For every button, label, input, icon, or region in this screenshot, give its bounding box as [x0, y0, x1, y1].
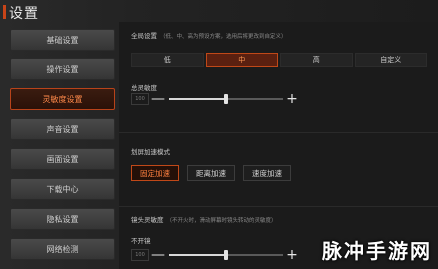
lens-sensitivity-label: 镜头灵敏度 （不开火时，滑动屏幕时镜头转动的灵敏度）	[131, 214, 277, 224]
settings-window: 设置 基础设置 操作设置 灵敏度设置 声音设置 画面设置 下载中心 隐私设置 网…	[0, 0, 438, 269]
mode-fixed-button[interactable]: 固定加速	[131, 165, 179, 181]
preset-medium-button[interactable]: 中	[205, 53, 278, 67]
sidebar-item-graphics[interactable]: 画面设置	[10, 148, 115, 170]
lens-sensitivity-hint: （不开火时，滑动屏幕时镜头转动的灵敏度）	[166, 218, 277, 224]
preset-selector: 低 中 高 自定义	[131, 53, 427, 67]
mode-speed-button[interactable]: 速度加速	[243, 165, 291, 181]
lens-sensitivity-title: 镜头灵敏度	[131, 216, 164, 224]
no-scope-value[interactable]: 100	[131, 249, 149, 261]
total-sensitivity-thumb[interactable]	[224, 94, 228, 104]
sidebar-item-basic[interactable]: 基础设置	[10, 29, 115, 51]
mode-distance-button[interactable]: 距离加速	[187, 165, 235, 181]
total-sensitivity-slider-row: 100 — +	[131, 92, 299, 106]
total-sensitivity-track[interactable]	[169, 94, 283, 104]
total-sensitivity-plus-button[interactable]: +	[285, 92, 299, 106]
no-scope-thumb[interactable]	[224, 250, 228, 260]
no-scope-plus-button[interactable]: +	[285, 248, 299, 262]
acceleration-mode-selector: 固定加速 距离加速 速度加速	[131, 165, 291, 181]
acceleration-mode-label: 划屏加速模式	[131, 148, 170, 156]
global-settings-label: 全局设置 （低、中、高为预设方案，选用后将更改到自定义）	[131, 30, 287, 40]
preset-low-button[interactable]: 低	[131, 53, 204, 67]
sidebar-item-privacy[interactable]: 隐私设置	[10, 208, 115, 230]
no-scope-fill	[169, 254, 226, 256]
section-divider	[119, 132, 438, 133]
total-sensitivity-minus-button[interactable]: —	[151, 92, 165, 106]
sidebar-item-sensitivity[interactable]: 灵敏度设置	[10, 88, 115, 110]
page-title: 设置	[9, 6, 39, 22]
total-sensitivity-fill	[169, 98, 226, 100]
global-settings-hint: （低、中、高为预设方案，选用后将更改到自定义）	[160, 34, 287, 40]
section-divider	[119, 206, 438, 207]
site-watermark: 脉冲手游网	[322, 239, 432, 263]
settings-panel: 全局设置 （低、中、高为预设方案，选用后将更改到自定义） 低 中 高 自定义 总灵…	[119, 22, 438, 269]
no-scope-track[interactable]	[169, 250, 283, 260]
preset-high-button[interactable]: 高	[280, 53, 353, 67]
no-scope-label: 不开镜	[131, 237, 151, 245]
sidebar-item-controls[interactable]: 操作设置	[10, 58, 115, 80]
preset-custom-button[interactable]: 自定义	[354, 53, 427, 67]
logo-bar	[3, 5, 6, 19]
no-scope-minus-button[interactable]: —	[151, 248, 165, 262]
total-sensitivity-value[interactable]: 100	[131, 93, 149, 105]
no-scope-slider-row: 100 — +	[131, 248, 299, 262]
sidebar-item-download[interactable]: 下载中心	[10, 178, 115, 200]
sidebar-item-sound[interactable]: 声音设置	[10, 118, 115, 140]
global-settings-title: 全局设置	[131, 32, 157, 40]
sidebar-item-network[interactable]: 网络检测	[10, 238, 115, 260]
